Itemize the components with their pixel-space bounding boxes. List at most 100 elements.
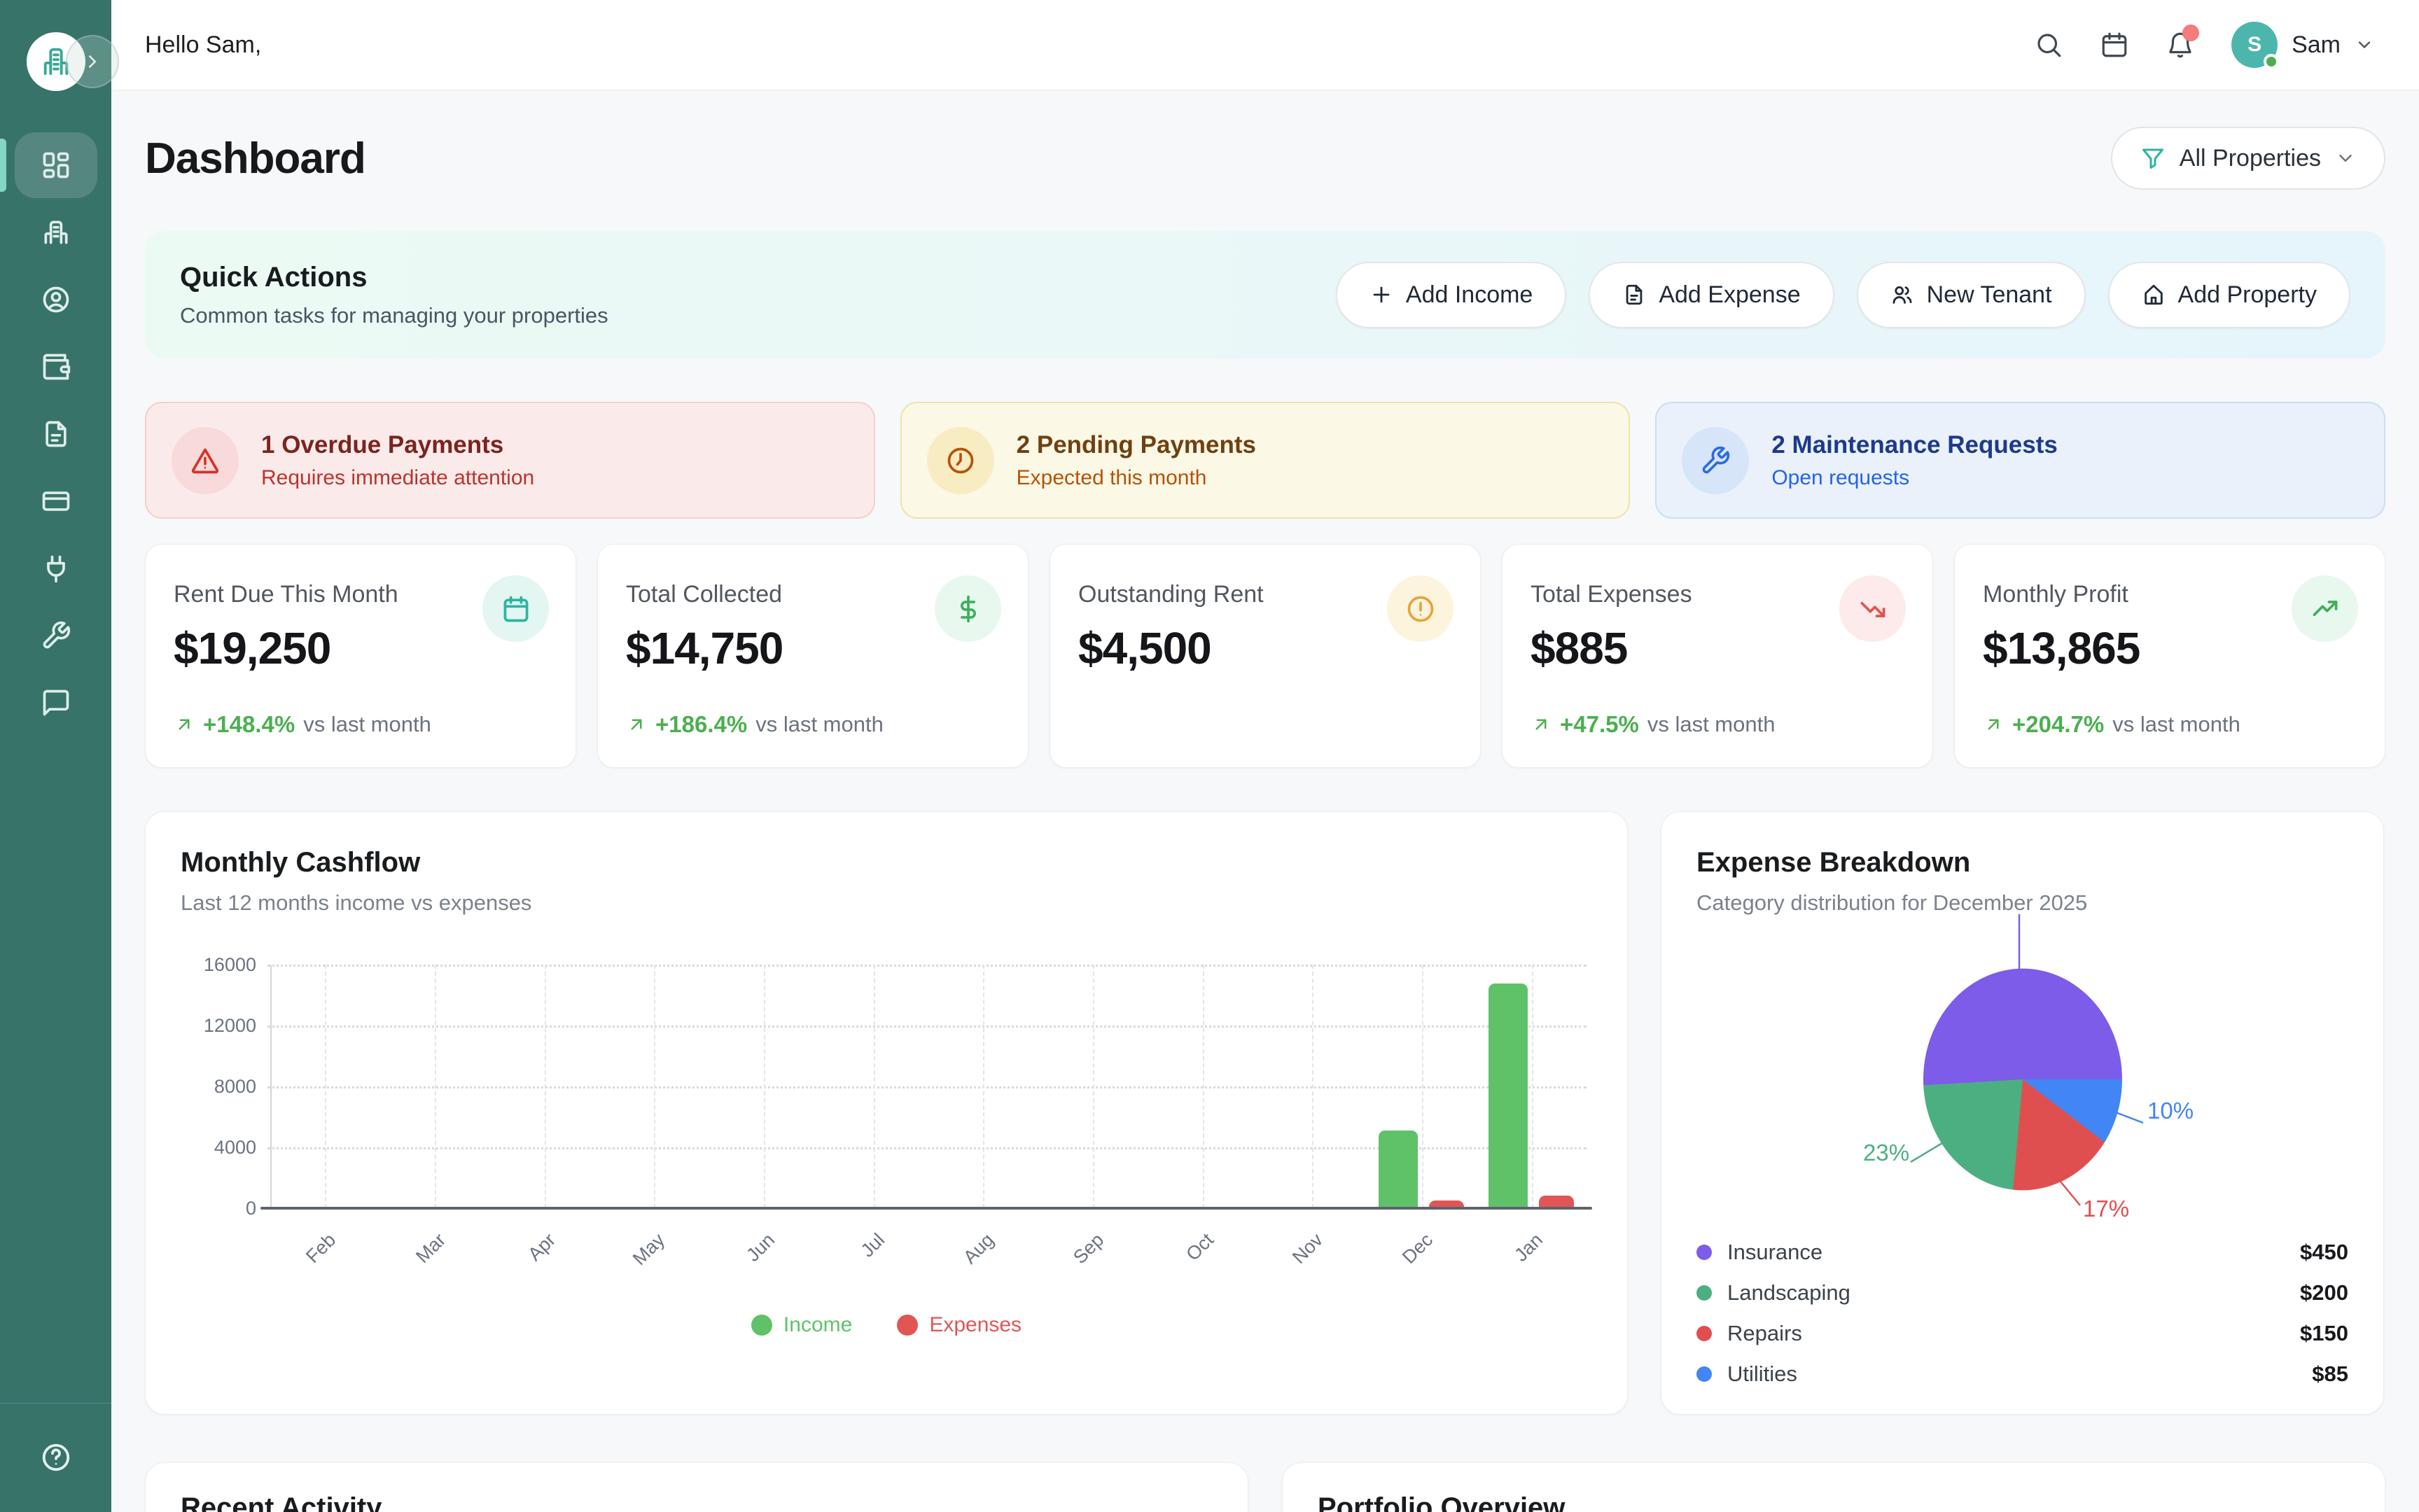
- file-text-icon: [1622, 283, 1646, 307]
- greeting-text: Hello Sam,: [145, 31, 261, 59]
- trend-suffix: vs last month: [1647, 712, 1776, 737]
- alert-title: 2 Maintenance Requests: [1771, 431, 2057, 459]
- recent-activity-title: Recent Activity: [181, 1492, 1213, 1512]
- sidebar-collapse-toggle[interactable]: [66, 35, 119, 88]
- legend-label: Repairs: [1727, 1321, 1802, 1346]
- building-icon: [15, 200, 97, 265]
- monthly-cashflow-card: Monthly Cashflow Last 12 months income v…: [145, 811, 1628, 1415]
- trend-percent: +148.4%: [203, 711, 295, 738]
- arrow-up-right-icon: [1983, 714, 2004, 735]
- trend-percent: +47.5%: [1560, 711, 1639, 738]
- stat-card-monthly-profit: Monthly Profit $13,865 +204.7% vs last m…: [1954, 544, 2385, 768]
- new-tenant-button[interactable]: New Tenant: [1857, 262, 2086, 328]
- trending-up-icon: [2292, 575, 2358, 642]
- bell-icon[interactable]: [2166, 30, 2195, 59]
- file-text-icon: [15, 401, 97, 467]
- avatar-initial: S: [2247, 33, 2261, 57]
- quick-actions-subtitle: Common tasks for managing your propertie…: [180, 303, 608, 328]
- arrow-up-right-icon: [174, 714, 195, 735]
- legend-label: Landscaping: [1727, 1280, 1850, 1306]
- dollar-icon: [935, 575, 1001, 642]
- bottom-row: Recent Activity Portfolio Overview: [145, 1462, 2385, 1512]
- sidebar-item-maintenance[interactable]: [0, 602, 111, 669]
- main-content: Dashboard All Properties Quick Actions C…: [111, 92, 2419, 1512]
- insurance-dot: [1696, 1245, 1712, 1260]
- page-title: Dashboard: [145, 134, 365, 183]
- maintenance-requests-alert[interactable]: 2 Maintenance Requests Open requests: [1655, 402, 2385, 519]
- portfolio-overview-card: Portfolio Overview: [1282, 1462, 2385, 1512]
- legend-label: Expenses: [929, 1313, 1022, 1337]
- cashflow-subtitle: Last 12 months income vs expenses: [181, 890, 531, 916]
- expense-breakdown-title: Expense Breakdown: [1696, 847, 1970, 878]
- layout-dashboard-icon: [15, 132, 97, 198]
- sidebar-item-dashboard[interactable]: [0, 132, 111, 199]
- income-dot: [751, 1315, 772, 1336]
- quick-actions-title: Quick Actions: [180, 262, 608, 293]
- user-menu[interactable]: S Sam: [2231, 22, 2374, 68]
- trending-down-icon: [1839, 575, 1906, 642]
- filter-label: All Properties: [2180, 145, 2321, 172]
- portfolio-overview-title: Portfolio Overview: [1318, 1492, 2350, 1512]
- legend-expenses: Expenses: [897, 1313, 1022, 1337]
- alert-title: 1 Overdue Payments: [261, 431, 534, 459]
- pie-label-repairs: 17%: [2083, 1196, 2129, 1222]
- expense-legend: Insurance $450 Landscaping $200 Repairs …: [1696, 1232, 2348, 1394]
- wallet-icon: [15, 334, 97, 400]
- trend-percent: +204.7%: [2012, 711, 2104, 738]
- pie-label-utilities: 10%: [2147, 1098, 2194, 1124]
- avatar: S: [2231, 22, 2278, 68]
- arrow-up-right-icon: [626, 714, 647, 735]
- calendar-icon[interactable]: [2100, 30, 2129, 59]
- sidebar-item-leases[interactable]: [0, 400, 111, 468]
- cashflow-title: Monthly Cashflow: [181, 847, 420, 878]
- legend-value: $85: [2312, 1362, 2348, 1387]
- message-square-icon: [15, 670, 97, 736]
- search-icon[interactable]: [2034, 30, 2063, 59]
- sidebar-item-messages[interactable]: [0, 669, 111, 736]
- add-expense-button[interactable]: Add Expense: [1589, 262, 1834, 328]
- landscaping-dot: [1696, 1285, 1712, 1301]
- legend-value: $450: [2300, 1240, 2348, 1265]
- alert-subtitle: Expected this month: [1017, 466, 1256, 490]
- add-property-button[interactable]: Add Property: [2108, 262, 2350, 328]
- cashflow-legend: Income Expenses: [146, 1313, 1627, 1337]
- expense-breakdown-subtitle: Category distribution for December 2025: [1696, 890, 2087, 916]
- sidebar-item-help[interactable]: [0, 1425, 111, 1490]
- property-filter-dropdown[interactable]: All Properties: [2111, 127, 2385, 190]
- alerts-row: 1 Overdue Payments Requires immediate at…: [145, 402, 2385, 519]
- quick-actions-panel: Quick Actions Common tasks for managing …: [145, 231, 2385, 358]
- trend-percent: +186.4%: [655, 711, 747, 738]
- add-income-button[interactable]: Add Income: [1336, 262, 1566, 328]
- plus-icon: [1369, 283, 1393, 307]
- legend-row-insurance: Insurance $450: [1696, 1232, 2348, 1273]
- sidebar-item-utilities[interactable]: [0, 535, 111, 602]
- expense-pie-chart: [1923, 969, 2122, 1191]
- sidebar: [0, 0, 111, 1512]
- help-circle-icon: [40, 1441, 72, 1474]
- utilities-dot: [1696, 1366, 1712, 1382]
- user-name: Sam: [2292, 31, 2341, 59]
- button-label: Add Property: [2178, 281, 2317, 309]
- stat-card-total-collected: Total Collected $14,750 +186.4% vs last …: [597, 544, 1029, 768]
- alert-title: 2 Pending Payments: [1017, 431, 1256, 459]
- plug-icon: [15, 536, 97, 601]
- charts-row: Monthly Cashflow Last 12 months income v…: [145, 811, 2385, 1415]
- legend-label: Income: [783, 1313, 852, 1337]
- sidebar-item-expenses[interactable]: [0, 468, 111, 535]
- legend-value: $200: [2300, 1280, 2348, 1306]
- pie-label-landscaping: 23%: [1863, 1140, 1909, 1166]
- legend-row-landscaping: Landscaping $200: [1696, 1273, 2348, 1313]
- alert-subtitle: Requires immediate attention: [261, 466, 534, 490]
- calendar-icon: [482, 575, 549, 642]
- overdue-payments-alert[interactable]: 1 Overdue Payments Requires immediate at…: [145, 402, 875, 519]
- sidebar-item-tenants[interactable]: [0, 266, 111, 333]
- legend-label: Insurance: [1727, 1240, 1822, 1265]
- repairs-dot: [1696, 1326, 1712, 1341]
- pending-payments-alert[interactable]: 2 Pending Payments Expected this month: [900, 402, 1631, 519]
- top-bar: Hello Sam, S Sam: [111, 0, 2419, 91]
- sidebar-item-payments[interactable]: [0, 333, 111, 400]
- sidebar-item-properties[interactable]: [0, 199, 111, 266]
- legend-label: Utilities: [1727, 1362, 1797, 1387]
- chevron-down-icon: [2335, 148, 2356, 169]
- recent-activity-card: Recent Activity: [145, 1462, 1248, 1512]
